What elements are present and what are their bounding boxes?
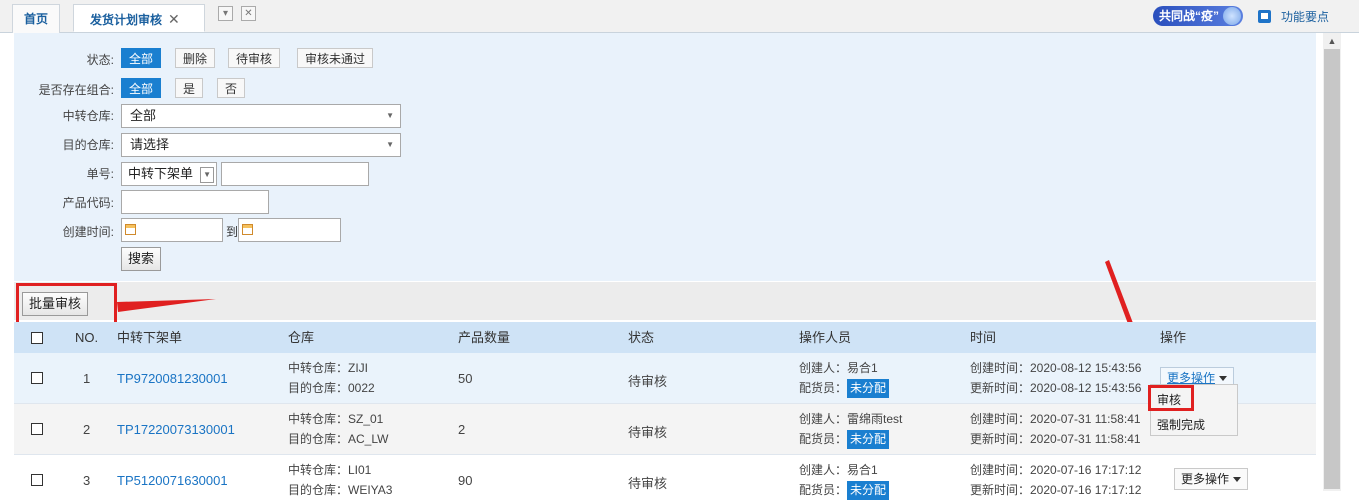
col-no: NO. <box>75 330 99 345</box>
dest-warehouse: 目的仓库：AC_LW <box>288 432 389 446</box>
select-all-checkbox[interactable] <box>31 332 43 344</box>
status: 待审核 <box>628 476 668 491</box>
arrow-to-bulk-icon <box>117 299 216 312</box>
row-checkbox[interactable] <box>31 372 43 384</box>
dest-warehouse: 目的仓库：0022 <box>288 381 375 395</box>
status-badge: 未分配 <box>847 379 890 398</box>
table-row: 2 TP17220073130001 中转仓库：SZ_01 目的仓库：AC_LW… <box>14 404 1316 455</box>
picker-label: 配货员： <box>799 381 848 395</box>
row-no: 3 <box>83 473 91 488</box>
creator: 创建人：雷绵雨test <box>799 412 903 426</box>
status-badge: 未分配 <box>847 430 890 449</box>
creator: 创建人：易合1 <box>799 463 878 477</box>
transfer-warehouse: 中转仓库：LI01 <box>288 463 372 477</box>
more-actions-label: 更多操作 <box>1181 472 1230 486</box>
picker: 配货员： 未分配 <box>799 429 890 449</box>
more-actions-button[interactable]: 更多操作 <box>1174 468 1249 490</box>
transfer-warehouse: 中转仓库：ZIJI <box>288 361 368 375</box>
table-row: 1 TP9720081230001 中转仓库：ZIJI 目的仓库：0022 50… <box>14 353 1316 404</box>
col-time: 时间 <box>970 330 997 345</box>
col-order: 中转下架单 <box>117 330 183 345</box>
more-actions-label: 更多操作 <box>1167 371 1216 385</box>
order-link[interactable]: TP17220073130001 <box>117 422 235 437</box>
created-time: 创建时间：2020-07-31 11:58:41 <box>970 412 1141 426</box>
col-quantity: 产品数量 <box>458 330 511 345</box>
status: 待审核 <box>628 374 668 389</box>
col-action: 操作 <box>1160 330 1187 345</box>
caret-down-icon <box>1233 477 1242 482</box>
row-checkbox[interactable] <box>31 423 43 435</box>
table-header: NO. 中转下架单 仓库 产品数量 状态 操作人员 时间 操作 <box>14 322 1316 353</box>
picker-label: 配货员： <box>799 432 848 446</box>
status: 待审核 <box>628 425 668 440</box>
picker-label: 配货员： <box>799 483 848 497</box>
menu-item-force-complete[interactable]: 强制完成 <box>1157 416 1205 433</box>
created-time: 创建时间：2020-08-12 15:43:56 <box>970 361 1142 375</box>
row-no: 1 <box>83 371 91 386</box>
quantity: 2 <box>458 422 466 437</box>
order-link[interactable]: TP5120071630001 <box>117 473 228 488</box>
col-operator: 操作人员 <box>799 330 852 345</box>
order-link[interactable]: TP9720081230001 <box>117 371 228 386</box>
col-status: 状态 <box>628 330 655 345</box>
col-warehouse: 仓库 <box>288 330 315 345</box>
transfer-warehouse: 中转仓库：SZ_01 <box>288 412 384 426</box>
table-row: 3 TP5120071630001 中转仓库：LI01 目的仓库：WEIYA3 … <box>14 455 1316 500</box>
dest-warehouse: 目的仓库：WEIYA3 <box>288 483 393 497</box>
row-checkbox[interactable] <box>31 474 43 486</box>
row-no: 2 <box>83 422 91 437</box>
quantity: 90 <box>458 473 473 488</box>
picker: 配货员： 未分配 <box>799 480 890 500</box>
created-time: 创建时间：2020-07-16 17:17:12 <box>970 463 1142 477</box>
caret-down-icon <box>1219 376 1228 381</box>
highlight-box-approve <box>1148 385 1194 411</box>
picker: 配货员： 未分配 <box>799 378 890 398</box>
updated-time: 更新时间：2020-08-12 15:43:56 <box>970 381 1142 395</box>
quantity: 50 <box>458 371 473 386</box>
creator: 创建人：易合1 <box>799 361 878 375</box>
updated-time: 更新时间：2020-07-16 17:17:12 <box>970 483 1142 497</box>
updated-time: 更新时间：2020-07-31 11:58:41 <box>970 432 1141 446</box>
